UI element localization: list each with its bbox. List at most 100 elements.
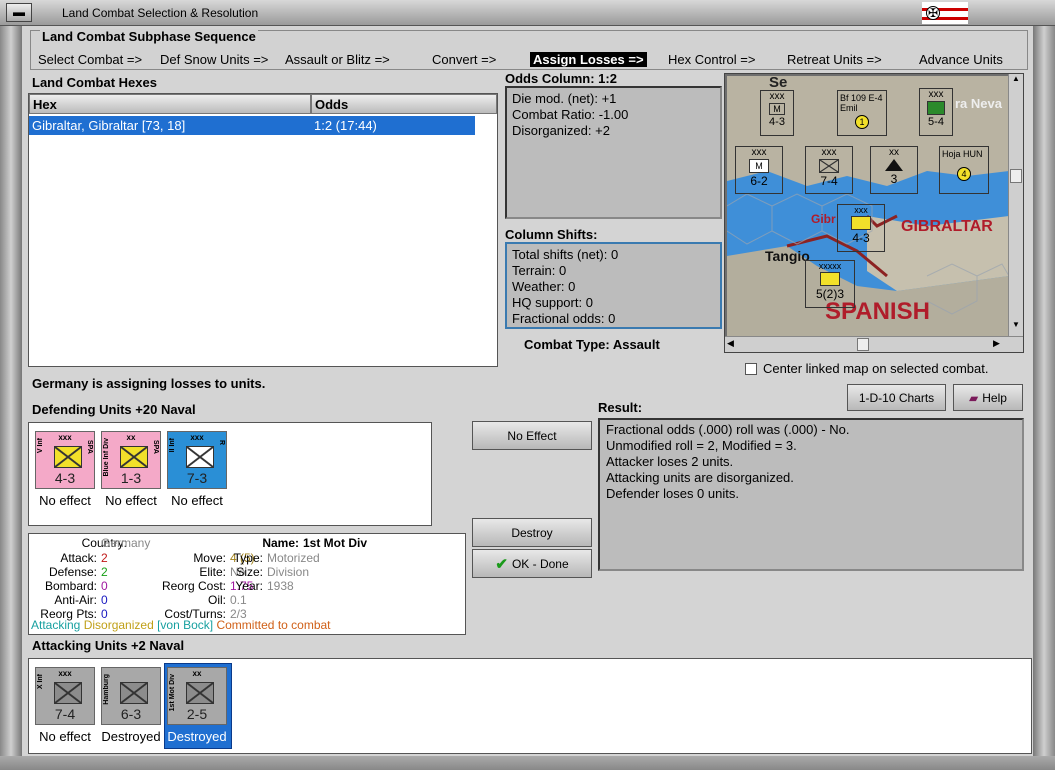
no-effect-button[interactable]: No Effect [472,421,592,450]
flag-committed: Committed to combat [216,618,331,632]
table-row[interactable]: Gibraltar, Gibraltar [73, 18] 1:2 (17:44… [29,116,475,135]
column-header-hex[interactable]: Hex [29,94,311,114]
step-hex-control: Hex Control => [668,52,756,67]
map-horizontal-scrollbar[interactable]: ◀ ▶ [725,336,1023,352]
unit-counter[interactable]: xx Blue Inf Div SPA 1-3 [101,431,161,489]
title-bar: ▬ Land Combat Selection & Resolution ✠ [0,0,1055,26]
name-value: 1st Mot Div [303,536,368,550]
air-range-badge: 1 [855,115,869,129]
year-value: 1938 [267,579,294,593]
unit-counter[interactable]: xxx II Inf R 7-3 [167,431,227,489]
flag-commander: [von Bock] [157,618,214,632]
map-counter[interactable]: xxx 5-4 [919,88,953,136]
germany-flag-icon: ✠ [922,2,968,24]
counter-strength: 5(2)3 [815,287,844,301]
horizontal-scroll-thumb[interactable] [857,338,869,351]
subphase-title: Land Combat Subphase Sequence [40,29,258,44]
linked-map[interactable]: Se ra Neva GIBRALTAR Gibr Tangio SPANISH… [724,73,1024,353]
result-line: Unmodified roll = 2, Modified = 3. [606,438,797,453]
unit-strength: 2-5 [186,706,208,722]
map-counter[interactable]: Hoja HUN 4 [939,146,989,194]
charts-button[interactable]: 1-D-10 Charts [847,384,946,411]
type-value: Motorized [267,551,320,565]
scroll-right-icon[interactable]: ▶ [993,338,1000,349]
column-shifts-title: Column Shifts: [505,227,598,242]
scroll-down-icon[interactable]: ▼ [1010,320,1022,334]
map-counter[interactable]: xxx 4-3 [837,204,885,252]
scroll-up-icon[interactable]: ▲ [1010,74,1022,88]
unit-strength: 7-3 [186,470,208,486]
flag-attacking: Attacking [31,618,81,632]
counter-name: Bf 109 E-4 Emil [840,93,883,113]
move-label: Move: [193,551,226,565]
unit-size: xxx [58,669,72,678]
unit-counter[interactable]: xx 1st Mot Div 2-5 [167,667,227,725]
antiair-value: 0 [101,593,108,607]
step-convert: Convert => [432,52,497,67]
hexes-table: Hex Odds Gibraltar, Gibraltar [73, 18] 1… [28,93,498,367]
column-header-odds[interactable]: Odds [311,94,497,114]
vertical-scroll-thumb[interactable] [1010,169,1022,183]
counter-size: xxx [928,89,944,100]
odds-line: Combat Ratio: -1.00 [512,107,629,122]
infantry-symbol-icon [186,682,214,704]
unit-result: Destroyed [101,729,161,744]
unit-details-panel: Country: Germany Attack: 2 Defense: 2 Bo… [28,533,466,635]
help-label: Help [982,390,1007,405]
infantry-symbol-icon [54,446,82,468]
counter-size: xxxxx [818,261,842,271]
air-range-badge: 4 [957,167,971,181]
counter-strength: 6-2 [750,174,768,188]
name-label: Name: [262,536,299,550]
ok-done-button[interactable]: ✔ OK - Done [472,549,592,578]
map-counter[interactable]: Bf 109 E-4 Emil 1 [837,90,887,136]
destroy-button[interactable]: Destroy [472,518,592,547]
unit-strength: 6-3 [120,706,142,722]
shift-line: Terrain: 0 [512,263,567,278]
size-value: Division [267,565,310,579]
oil-label: Oil: [208,593,226,607]
counter-strength: 4-3 [852,231,870,245]
counter-strength: 4-3 [769,116,785,128]
shift-line: HQ support: 0 [512,295,593,310]
unit-counter[interactable]: xxx V Inf SPA 4-3 [35,431,95,489]
map-counter[interactable]: xxx 7-4 [805,146,853,194]
unit-counter[interactable]: Hamburg 6-3 [101,667,161,725]
map-label-nevada: ra Neva [955,96,1002,111]
unit-result: No effect [171,493,223,508]
center-linked-checkbox[interactable] [745,363,757,375]
defense-value: 2 [101,565,108,579]
map-label-gibraltar: GIBRALTAR [901,218,993,235]
step-assault-or-blitz: Assault or Blitz => [285,52,390,67]
unit-result: No effect [105,493,157,508]
unit-counter[interactable]: xxx X Inf 7-4 [35,667,95,725]
step-select-combat: Select Combat => [38,52,143,67]
shift-line: Weather: 0 [512,279,576,294]
scroll-left-icon[interactable]: ◀ [727,338,734,349]
year-label: Year: [235,579,263,593]
infantry-symbol-icon [851,216,871,230]
unit-result: Destroyed [167,729,227,744]
defending-units-title: Defending Units +20 Naval [32,402,196,417]
counter-strength: 7-4 [820,174,838,188]
odds-line: Disorganized: +2 [512,123,610,138]
help-button[interactable]: ▰ Help [953,384,1023,411]
hexes-title: Land Combat Hexes [32,75,157,90]
map-counter[interactable]: xx 3 [870,146,918,194]
map-counter[interactable]: xxxxx 5(2)3 [805,260,855,308]
elite-label: Elite: [199,565,226,579]
mountain-infantry-symbol-icon [927,101,945,115]
unit-strength: 7-4 [54,706,76,722]
map-counter[interactable]: xxx M 4-3 [760,90,794,136]
unit-nation: SPA [86,440,93,454]
counter-size: xxx [821,147,837,158]
system-menu-button[interactable]: ▬ [6,3,32,22]
reorg-cost-label: Reorg Cost: [161,579,226,593]
map-vertical-scrollbar[interactable]: ▲ ▼ [1008,74,1023,336]
bombard-value: 0 [101,579,108,593]
map-counter[interactable]: xxx M 6-2 [735,146,783,194]
counter-strength: 3 [890,172,898,186]
step-advance-units: Advance Units [919,52,1003,67]
unit-nation: SPA [152,440,159,454]
window-frame-bottom [0,756,1055,770]
